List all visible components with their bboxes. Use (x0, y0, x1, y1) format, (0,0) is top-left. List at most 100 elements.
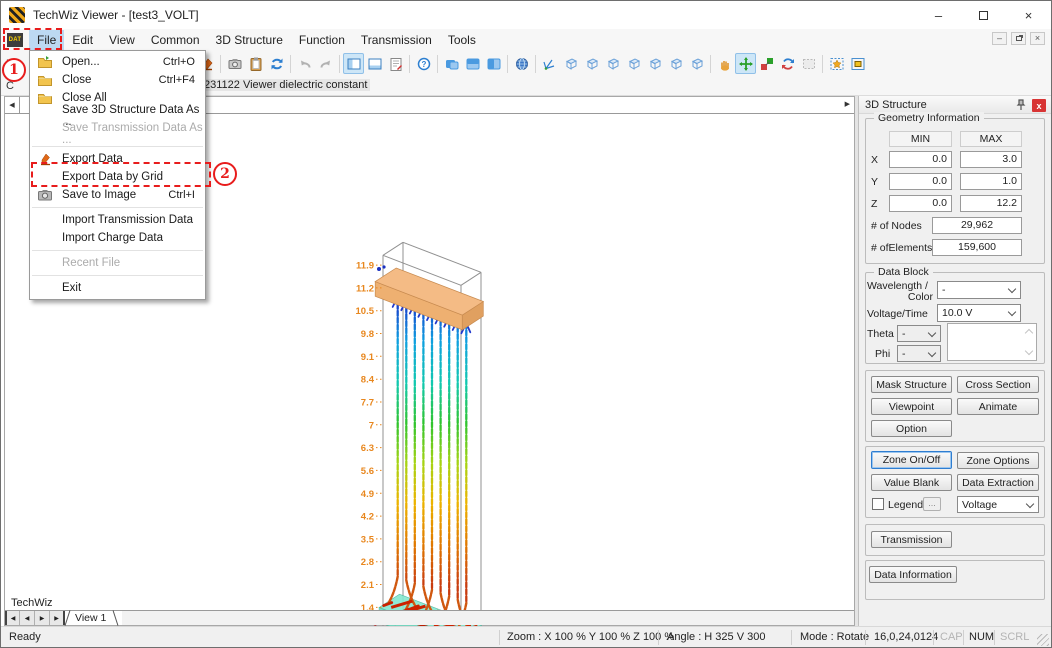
3d-scene[interactable]: 11.911.210.59.89.18.47.776.35.64.94.23.5… (335, 227, 535, 648)
y-label: Y (871, 176, 878, 188)
viewpoint-button[interactable]: Viewpoint (871, 398, 952, 415)
value-blank-button[interactable]: Value Blank (871, 474, 952, 491)
maximize-icon (979, 11, 988, 20)
scroll-left-icon[interactable]: ◀ (5, 97, 20, 113)
cross-section-button[interactable]: Cross Section (957, 376, 1039, 393)
svg-text:2.8: 2.8 (361, 557, 374, 568)
menu-3d-structure[interactable]: 3D Structure (208, 30, 291, 50)
cube-view-7-icon[interactable] (686, 53, 707, 74)
tab-next-icon[interactable]: ▶ (35, 611, 50, 625)
transmission-button[interactable]: Transmission (871, 531, 952, 548)
menu-item-shortcut: Ctrl+F4 (159, 74, 195, 86)
phi-select[interactable]: - (897, 345, 941, 362)
cube-view-3-icon[interactable] (602, 53, 623, 74)
folder-icon (37, 72, 53, 88)
option-button[interactable]: Option (871, 420, 952, 437)
move-icon[interactable] (735, 53, 756, 74)
svg-text:9.8: 9.8 (361, 329, 374, 340)
mdi-minimize-button[interactable]: – (992, 32, 1007, 45)
scroll-right-icon[interactable]: ▶ (845, 100, 850, 108)
pan-hand-icon[interactable] (714, 53, 735, 74)
panel-layout-icon[interactable] (343, 53, 364, 74)
paste-icon[interactable] (245, 53, 266, 74)
notes-icon[interactable] (385, 53, 406, 74)
scale-icon[interactable] (756, 53, 777, 74)
data-extraction-button[interactable]: Data Extraction (957, 474, 1039, 491)
menu-tools[interactable]: Tools (440, 30, 484, 50)
cube-view-5-icon[interactable] (644, 53, 665, 74)
panel-bottom-icon[interactable] (364, 53, 385, 74)
svg-text:6.3: 6.3 (361, 443, 374, 454)
mdi-restore-button[interactable] (1011, 32, 1026, 45)
file-menu-item-import-charge-data[interactable]: Import Charge Data (30, 229, 205, 247)
select-off-icon[interactable] (798, 53, 819, 74)
view-split-h-icon[interactable] (462, 53, 483, 74)
refresh-icon[interactable] (266, 53, 287, 74)
menu-common[interactable]: Common (143, 30, 208, 50)
undo-icon[interactable] (294, 53, 315, 74)
file-menu-item-open[interactable]: Open...Ctrl+O (30, 53, 205, 71)
redo-icon[interactable] (315, 53, 336, 74)
file-path-text: 231122 Viewer dielectric constant (201, 79, 370, 91)
zone-options-button[interactable]: Zone Options (957, 452, 1039, 469)
globe-icon[interactable] (511, 53, 532, 74)
angle-listbox[interactable] (947, 323, 1037, 361)
theta-value: - (902, 328, 906, 340)
rotate-icon[interactable] (777, 53, 798, 74)
cube-view-2-icon[interactable] (581, 53, 602, 74)
nodes-value: 29,962 (932, 217, 1022, 234)
axis-icon[interactable] (539, 53, 560, 74)
view-cascade-icon[interactable] (441, 53, 462, 74)
pin-icon[interactable] (1015, 99, 1027, 111)
zone-onoff-button[interactable]: Zone On/Off (871, 451, 952, 469)
status-mode: Mode : Rotate (800, 631, 869, 643)
menu-function[interactable]: Function (291, 30, 353, 50)
menu-transmission[interactable]: Transmission (353, 30, 440, 50)
3d-structure-panel: 3D Structure x Geometry Information MIN … (858, 96, 1051, 626)
zone-box-icon[interactable] (847, 53, 868, 74)
menu-item-label: Save Transmission Data As ... (62, 122, 205, 146)
legend-more-button[interactable]: ... (923, 497, 941, 511)
tab-prev-icon[interactable]: ◀ (20, 611, 35, 625)
screenshot-icon[interactable] (224, 53, 245, 74)
status-zoom: Zoom : X 100 % Y 100 % Z 100 % (507, 631, 674, 643)
voltage-select[interactable]: 10.0 V (937, 304, 1021, 322)
cube-view-1-icon[interactable] (560, 53, 581, 74)
legend-checkbox[interactable] (872, 498, 884, 510)
menu-item-label: Close (62, 74, 91, 86)
data-information-button[interactable]: Data Information (869, 566, 957, 583)
file-menu-item-import-transmission-data[interactable]: Import Transmission Data (30, 211, 205, 229)
status-bar: Ready Zoom : X 100 % Y 100 % Z 100 % Ang… (1, 626, 1051, 648)
view-split-v-icon[interactable] (483, 53, 504, 74)
close-panel-icon[interactable]: x (1032, 99, 1046, 112)
menu-item-label: Import Charge Data (62, 232, 163, 244)
maximize-button[interactable] (961, 1, 1006, 29)
resize-grip[interactable] (1037, 634, 1049, 646)
svg-text:5.6: 5.6 (361, 466, 374, 477)
file-menu-item-close[interactable]: Close Ctrl+F4 (30, 71, 205, 89)
info-icon[interactable]: ? (413, 53, 434, 74)
animate-button[interactable]: Animate (957, 398, 1039, 415)
close-button[interactable]: × (1006, 1, 1051, 29)
geometry-legend: Geometry Information (874, 112, 984, 124)
display-mode-select[interactable]: Voltage (957, 496, 1039, 513)
chevron-down-icon (1008, 308, 1016, 316)
file-menu-item-exit[interactable]: Exit (30, 279, 205, 297)
mask-structure-button[interactable]: Mask Structure (871, 376, 952, 393)
tab-first-icon[interactable]: ◀ (5, 611, 20, 625)
minimize-button[interactable]: – (916, 1, 961, 29)
wavelength-select[interactable]: - (937, 281, 1021, 299)
app-logo-icon (9, 7, 25, 23)
zone-gear-icon[interactable] (826, 53, 847, 74)
menu-view[interactable]: View (101, 30, 143, 50)
theta-select[interactable]: - (897, 325, 941, 342)
menu-edit[interactable]: Edit (64, 30, 101, 50)
tab-last-icon[interactable]: ▶ (50, 611, 65, 625)
view-tab[interactable]: View 1 (65, 611, 122, 625)
status-num-key: NUM (969, 631, 994, 643)
svg-text:9.1: 9.1 (361, 352, 375, 363)
cube-view-6-icon[interactable] (665, 53, 686, 74)
mdi-close-button[interactable]: × (1030, 32, 1045, 45)
file-menu-item-save-to-image[interactable]: Save to ImageCtrl+I (30, 186, 205, 204)
cube-view-4-icon[interactable] (623, 53, 644, 74)
